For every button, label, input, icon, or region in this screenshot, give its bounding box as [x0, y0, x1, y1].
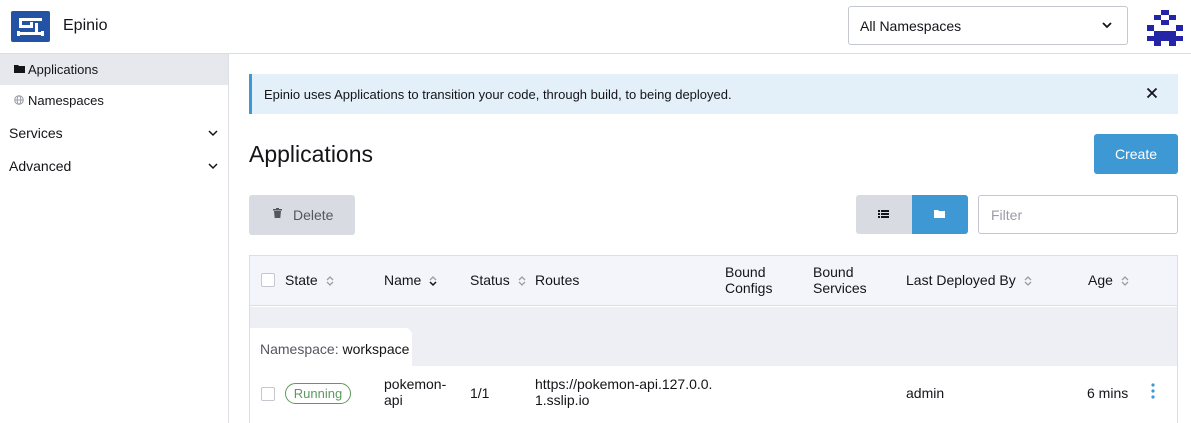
column-last-deployed-by[interactable]: Last Deployed By: [906, 272, 1032, 288]
column-status[interactable]: Status: [470, 272, 526, 288]
namespace-select[interactable]: All Namespaces: [848, 6, 1128, 45]
column-label: Last Deployed By: [906, 272, 1016, 288]
sort-icon: [429, 276, 437, 287]
delete-button[interactable]: Delete: [249, 195, 355, 235]
list-view-button[interactable]: [856, 195, 912, 234]
column-label: Name: [384, 272, 422, 288]
folder-icon: [934, 210, 945, 218]
column-label: Bound: [725, 264, 766, 280]
list-icon: [878, 210, 889, 218]
instances-value: 1/1: [470, 385, 490, 401]
age-value: 6 mins: [1087, 385, 1129, 401]
namespace-group-band: Namespace: workspace: [250, 307, 1177, 366]
applications-table: State Name Status Routes Bound Configs B…: [249, 255, 1178, 423]
chevron-down-icon: [208, 163, 218, 170]
last-deployed-by-value: admin: [906, 385, 945, 401]
sidebar-item-applications[interactable]: Applications: [0, 54, 228, 85]
app-name-part: pokemon-: [384, 376, 447, 392]
column-bound-configs: Bound Configs: [725, 264, 772, 296]
sidebar-group-label: Services: [9, 125, 63, 141]
row-checkbox[interactable]: [261, 387, 275, 401]
namespace-group-tab: Namespace: workspace: [250, 328, 412, 366]
column-state[interactable]: State: [285, 272, 334, 288]
column-label: Bound: [813, 264, 854, 280]
namespace-group-label: Namespace: workspace: [260, 341, 409, 357]
namespace-group-prefix: Namespace:: [260, 341, 339, 357]
app-name: Epinio: [63, 17, 108, 34]
route-part: 1.sslip.io: [535, 392, 590, 408]
sort-icon: [1024, 276, 1032, 287]
sort-icon: [518, 276, 526, 287]
chevron-down-icon: [1102, 22, 1112, 29]
create-button[interactable]: Create: [1094, 134, 1178, 174]
info-banner: Epinio uses Applications to transition y…: [249, 74, 1178, 114]
sidebar-group-advanced[interactable]: Advanced: [0, 151, 228, 181]
top-header: Epinio All Namespaces: [0, 0, 1191, 54]
column-label: Status: [470, 272, 510, 288]
globe-icon: [14, 95, 24, 105]
column-age[interactable]: Age: [1088, 272, 1129, 288]
trash-icon: [273, 208, 282, 218]
app-name-part: api: [384, 392, 403, 408]
column-label: State: [285, 272, 318, 288]
column-name[interactable]: Name: [384, 272, 437, 288]
table-row: Running pokemon- api 1/1 https://pokemon…: [250, 366, 1177, 423]
user-avatar[interactable]: [1147, 10, 1183, 46]
namespace-select-value: All Namespaces: [860, 18, 962, 34]
delete-button-label: Delete: [293, 207, 334, 223]
column-label: Configs: [725, 280, 773, 296]
route-link[interactable]: https://pokemon-api.127.0.0. 1.sslip.io: [535, 376, 712, 408]
app-name-link[interactable]: pokemon- api: [384, 376, 446, 408]
select-all-checkbox[interactable]: [261, 273, 275, 287]
folder-icon: [14, 65, 25, 73]
group-by-namespace-button[interactable]: [912, 195, 968, 234]
table-header: State Name Status Routes Bound Configs B…: [250, 256, 1177, 306]
close-icon[interactable]: [1146, 87, 1158, 99]
status-badge: Running: [285, 383, 351, 404]
column-label: Age: [1088, 272, 1113, 288]
namespace-group-value: workspace: [342, 341, 410, 357]
sidebar-item-namespaces[interactable]: Namespaces: [0, 85, 228, 116]
chevron-down-icon: [208, 130, 218, 137]
sidebar-group-label: Advanced: [9, 158, 72, 174]
filter-input[interactable]: [978, 195, 1178, 234]
column-routes: Routes: [535, 272, 580, 288]
more-actions-icon[interactable]: [1151, 383, 1155, 399]
sidebar-item-label: Namespaces: [28, 93, 104, 108]
sort-icon: [1121, 276, 1129, 287]
sidebar: Applications Namespaces Services Advance…: [0, 54, 229, 423]
column-label: Services: [813, 280, 867, 296]
column-bound-services: Bound Services: [813, 264, 867, 296]
page-title: Applications: [249, 141, 374, 167]
sidebar-group-services[interactable]: Services: [0, 118, 228, 148]
sidebar-item-label: Applications: [28, 62, 99, 77]
epinio-logo[interactable]: [11, 11, 50, 42]
route-part: https://pokemon-api.127.0.0.: [535, 376, 713, 392]
banner-text: Epinio uses Applications to transition y…: [264, 87, 732, 102]
sort-icon: [326, 276, 334, 287]
